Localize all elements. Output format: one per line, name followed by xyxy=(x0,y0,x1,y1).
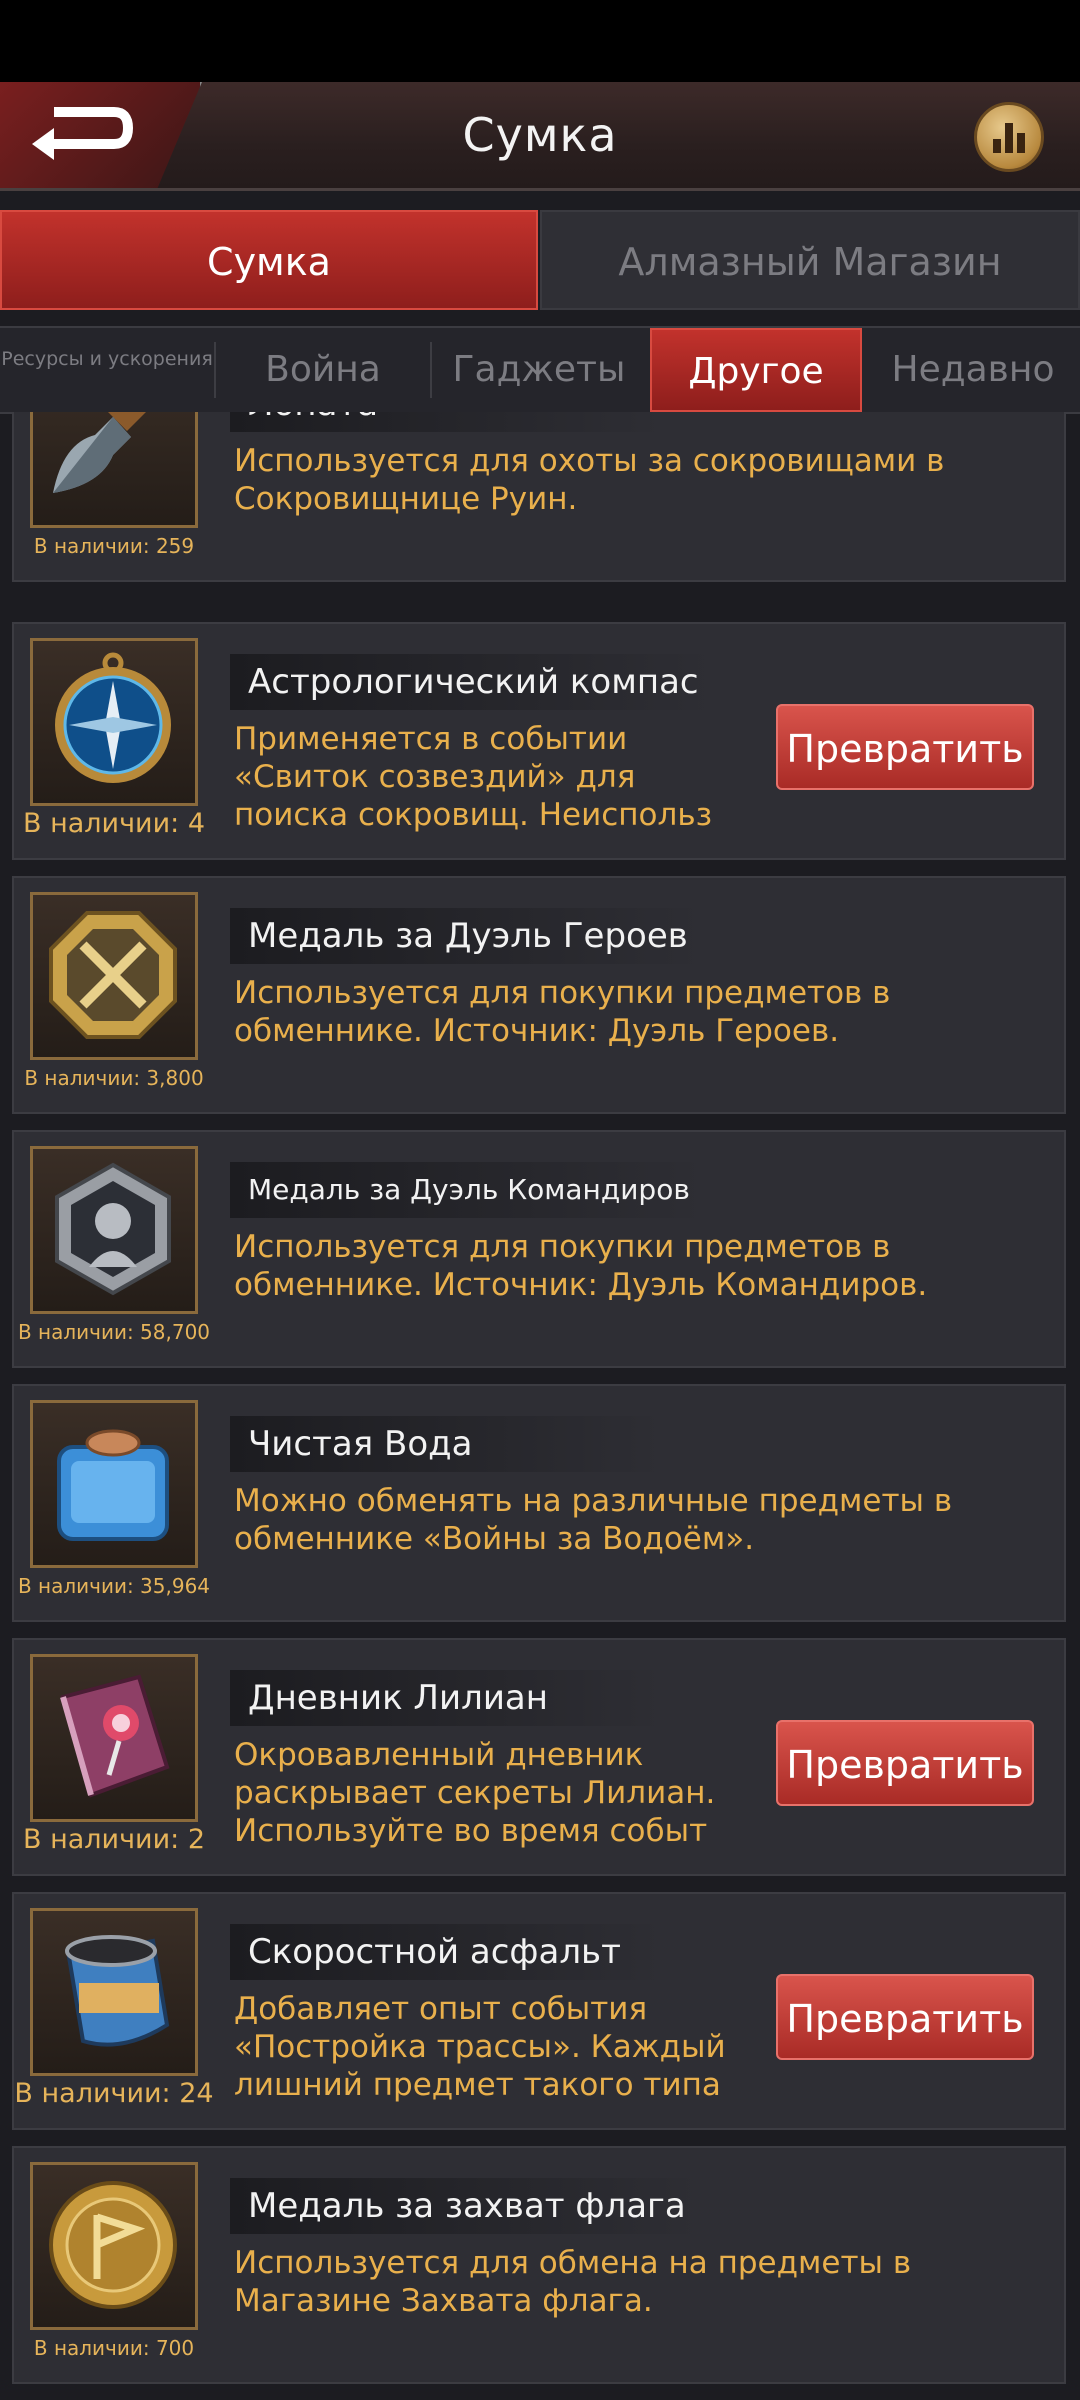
item-thumbnail xyxy=(30,1654,198,1822)
list-item[interactable]: В наличии: 700 Медаль за захват флага Ис… xyxy=(12,2146,1066,2384)
item-thumbnail xyxy=(30,1400,198,1568)
water-tank-icon xyxy=(57,1429,169,1541)
item-name: Медаль за Дуэль Командиров xyxy=(230,1162,708,1218)
list-item[interactable]: В наличии: 2 Дневник Лилиан Окровавленны… xyxy=(12,1638,1066,1876)
list-item[interactable]: В наличии: 24 Скоростной асфальт Добавля… xyxy=(12,1892,1066,2130)
tab-diamond-shop[interactable]: Алмазный Магазин xyxy=(540,210,1080,310)
tab-gadgets[interactable]: Гаджеты xyxy=(432,328,646,412)
list-item[interactable]: В наличии: 4 Астрологический компас Прим… xyxy=(12,622,1066,860)
item-count: В наличии: 35,964 xyxy=(17,1574,211,1598)
item-name: Астрологический компас xyxy=(230,654,717,710)
item-description: Применяется в событии «Свиток созвездий»… xyxy=(234,721,713,833)
item-name: Скоростной асфальт xyxy=(230,1924,666,1980)
tab-recent[interactable]: Недавно xyxy=(866,328,1080,412)
item-description: Окровавленный дневник раскрывает секреты… xyxy=(234,1737,716,1849)
item-count: В наличии: 3,800 xyxy=(24,1066,204,1090)
item-thumbnail xyxy=(30,638,198,806)
item-count: В наличии: 700 xyxy=(33,2336,195,2360)
item-description: Используется для охоты за сокровищами в … xyxy=(234,443,945,517)
item-thumbnail xyxy=(30,2162,198,2330)
item-list[interactable]: В наличии: 259 Лопата Используется для о… xyxy=(0,412,1080,2400)
main-tabs: Сумка Алмазный Магазин xyxy=(0,210,1080,314)
convert-button[interactable]: Превратить xyxy=(776,1720,1034,1806)
item-description: Используется для обмена на предметы в Ма… xyxy=(234,2245,912,2319)
item-thumbnail xyxy=(30,1146,198,1314)
item-name: Лопата xyxy=(230,412,666,432)
asphalt-bucket-icon xyxy=(65,1935,170,2047)
diary-icon xyxy=(60,1674,170,1798)
item-description: Добавляет опыт события «Постройка трассы… xyxy=(234,1991,726,2103)
item-description: Используется для покупки предметов в обм… xyxy=(234,1229,928,1303)
item-name: Медаль за захват флага xyxy=(230,2178,704,2234)
status-bar xyxy=(0,0,1080,82)
item-thumbnail xyxy=(30,892,198,1060)
item-description: Используется для покупки предметов в обм… xyxy=(234,975,891,1049)
commander-duel-medal-icon xyxy=(55,1162,171,1296)
stats-button[interactable] xyxy=(974,102,1044,172)
tab-resources[interactable]: Ресурсы и ускорения xyxy=(0,328,214,412)
bar-chart-icon xyxy=(993,123,1025,153)
list-item[interactable]: В наличии: 58,700 Медаль за Дуэль Команд… xyxy=(12,1130,1066,1368)
shovel-icon xyxy=(53,412,146,493)
item-name: Медаль за Дуэль Героев xyxy=(230,908,706,964)
item-name: Дневник Лилиан xyxy=(230,1670,666,1726)
flag-medal-icon xyxy=(49,2181,177,2309)
item-thumbnail xyxy=(30,1908,198,2076)
item-count: В наличии: 2 xyxy=(22,1824,205,1855)
tab-other[interactable]: Другое xyxy=(650,328,862,412)
convert-button[interactable]: Превратить xyxy=(776,704,1034,790)
convert-button[interactable]: Превратить xyxy=(776,1974,1034,2060)
item-count: В наличии: 259 xyxy=(33,534,195,558)
list-item[interactable]: В наличии: 35,964 Чистая Вода Можно обме… xyxy=(12,1384,1066,1622)
page-title: Сумка xyxy=(462,108,618,162)
item-thumbnail xyxy=(30,412,198,528)
tab-war[interactable]: Война xyxy=(216,328,430,412)
header: Сумка xyxy=(0,82,1080,191)
item-count: В наличии: 24 xyxy=(14,2078,214,2109)
item-count: В наличии: 4 xyxy=(22,808,205,839)
list-item[interactable]: В наличии: 3,800 Медаль за Дуэль Героев … xyxy=(12,876,1066,1114)
item-name: Чистая Вода xyxy=(230,1416,666,1472)
compass-icon xyxy=(55,652,171,783)
sub-tabs: Ресурсы и ускорения Война Гаджеты Другое… xyxy=(0,326,1080,414)
item-description: Можно обменять на различные предметы в о… xyxy=(234,1483,953,1557)
hero-duel-medal-icon xyxy=(49,911,177,1039)
tab-bag[interactable]: Сумка xyxy=(0,210,538,310)
list-item[interactable]: В наличии: 259 Лопата Используется для о… xyxy=(12,412,1066,582)
item-count: В наличии: 58,700 xyxy=(17,1320,211,1344)
